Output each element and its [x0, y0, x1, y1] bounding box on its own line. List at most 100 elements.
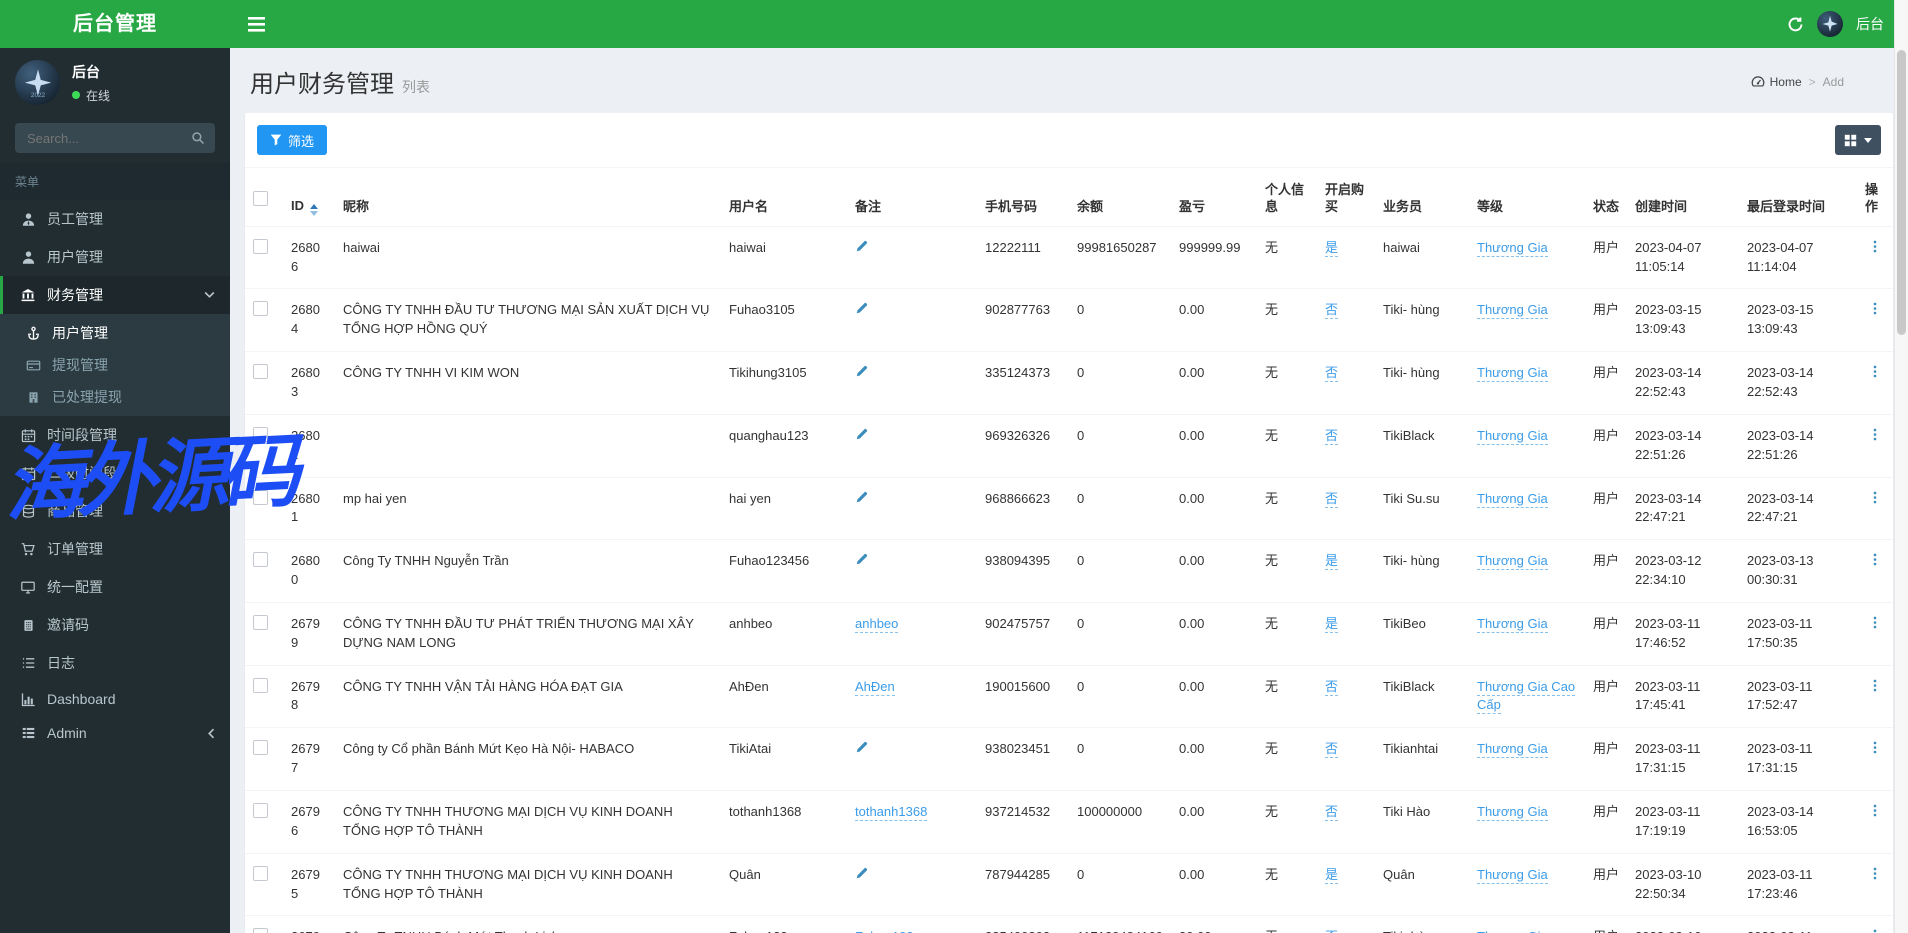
row-checkbox[interactable]: [253, 928, 268, 933]
row-checkbox[interactable]: [253, 865, 268, 881]
cell-created: 2023-03-14 22:52:43: [1627, 351, 1739, 415]
purchase-toggle-link[interactable]: 否: [1325, 302, 1339, 320]
purchase-toggle-link[interactable]: 否: [1325, 929, 1339, 933]
level-link[interactable]: Thương Gia: [1477, 929, 1548, 933]
row-checkbox[interactable]: [253, 740, 268, 756]
sidebar-item-3[interactable]: 时间段管理: [0, 416, 230, 454]
row-checkbox[interactable]: [253, 364, 268, 380]
level-link[interactable]: Thương Gia: [1477, 365, 1548, 383]
row-checkbox[interactable]: [253, 802, 268, 818]
sidebar-subitem-1[interactable]: 提现管理: [0, 349, 230, 381]
edit-remark-pencil-icon[interactable]: [855, 239, 869, 253]
sidebar-item-8[interactable]: 邀请码: [0, 606, 230, 644]
purchase-toggle-link[interactable]: 否: [1325, 741, 1339, 759]
funnel-icon: [270, 134, 282, 146]
cell-balance: 99981650287: [1069, 226, 1171, 290]
edit-remark-pencil-icon[interactable]: [855, 552, 869, 566]
table-row: 26804 CÔNG TY TNHH ĐẦU TƯ THƯƠNG MẠI SẢN …: [245, 288, 1893, 353]
purchase-toggle-link[interactable]: 否: [1325, 490, 1339, 508]
breadcrumb-home[interactable]: Home: [1751, 75, 1802, 89]
user-menu-label[interactable]: 后台: [1856, 14, 1884, 34]
row-checkbox[interactable]: [253, 552, 268, 568]
column-id[interactable]: ID: [283, 167, 335, 227]
level-link[interactable]: Thương Gia: [1477, 741, 1548, 759]
sidebar-item-10[interactable]: Dashboard: [0, 682, 230, 716]
sidebar-item-11[interactable]: Admin: [0, 716, 230, 750]
cell-profit: 0.00: [1171, 351, 1257, 415]
row-checkbox[interactable]: [253, 426, 268, 442]
row-actions-icon[interactable]: [1868, 239, 1882, 254]
search-icon[interactable]: [181, 131, 215, 145]
purchase-toggle-link[interactable]: 否: [1325, 678, 1339, 696]
select-all-checkbox[interactable]: [253, 191, 268, 207]
remark-link[interactable]: anhbeo: [855, 615, 899, 633]
remark-link[interactable]: tothanh1368: [855, 803, 928, 821]
row-actions-icon[interactable]: [1868, 928, 1882, 933]
row-actions-icon[interactable]: [1868, 490, 1882, 505]
sidebar-item-0[interactable]: 员工管理: [0, 200, 230, 238]
level-link[interactable]: Thương Gia: [1477, 866, 1548, 884]
level-link[interactable]: Thương Gia: [1477, 302, 1548, 320]
columns-toggle-button[interactable]: [1835, 125, 1881, 155]
sidebar-item-9[interactable]: 日志: [0, 644, 230, 682]
sidebar-item-6[interactable]: 订单管理: [0, 530, 230, 568]
table-row: 26794Công Ty TNHH Bánh Mứt Thanh LịchFuh…: [245, 915, 1893, 933]
row-checkbox[interactable]: [253, 301, 268, 317]
sidebar-item-1[interactable]: 用户管理: [0, 238, 230, 276]
row-actions-icon[interactable]: [1868, 615, 1882, 630]
hamburger-menu-icon[interactable]: [230, 16, 283, 32]
level-link[interactable]: Thương Gia: [1477, 803, 1548, 821]
row-checkbox[interactable]: [253, 614, 268, 630]
level-link[interactable]: Thương Gia Cao Cấp: [1477, 678, 1576, 715]
purchase-toggle-link[interactable]: 否: [1325, 803, 1339, 821]
sidebar-item-4[interactable]: 二级时间段: [0, 454, 230, 492]
edit-remark-pencil-icon[interactable]: [855, 427, 869, 441]
edit-remark-pencil-icon[interactable]: [855, 490, 869, 504]
purchase-toggle-link[interactable]: 否: [1325, 427, 1339, 445]
edit-remark-pencil-icon[interactable]: [855, 364, 869, 378]
level-link[interactable]: Thương Gia: [1477, 615, 1548, 633]
level-link[interactable]: Thương Gia: [1477, 490, 1548, 508]
sidebar-item-label: Admin: [47, 725, 87, 741]
row-actions-icon[interactable]: [1868, 740, 1882, 755]
purchase-toggle-link[interactable]: 是: [1325, 866, 1339, 884]
level-link[interactable]: Thương Gia: [1477, 427, 1548, 445]
search-input[interactable]: [15, 130, 181, 146]
remark-link[interactable]: AhĐen: [855, 678, 895, 696]
purchase-toggle-link[interactable]: 是: [1325, 615, 1339, 633]
sidebar-item-5[interactable]: 商品管理: [0, 492, 230, 530]
sort-icon[interactable]: [310, 203, 318, 216]
user-avatar[interactable]: [1817, 11, 1843, 37]
row-actions-icon[interactable]: [1868, 803, 1882, 818]
cell-id: 26795: [283, 853, 335, 917]
edit-remark-pencil-icon[interactable]: [855, 740, 869, 754]
level-link[interactable]: Thương Gia: [1477, 239, 1548, 257]
refresh-icon[interactable]: [1787, 16, 1804, 33]
row-actions-icon[interactable]: [1868, 866, 1882, 881]
row-checkbox[interactable]: [253, 238, 268, 254]
row-actions-icon[interactable]: [1868, 364, 1882, 379]
filter-button[interactable]: 筛选: [257, 125, 328, 155]
sidebar-subitem-0[interactable]: 用户管理: [0, 317, 230, 349]
remark-link[interactable]: Fuhao123: [855, 929, 914, 933]
sidebar-item-7[interactable]: 统一配置: [0, 568, 230, 606]
row-actions-icon[interactable]: [1868, 427, 1882, 442]
purchase-toggle-link[interactable]: 是: [1325, 553, 1339, 571]
cell-nickname: Công Ty TNHH Nguyễn Trần: [335, 539, 721, 603]
scrollbar-thumb[interactable]: [1897, 50, 1906, 335]
level-link[interactable]: Thương Gia: [1477, 553, 1548, 571]
purchase-toggle-link[interactable]: 是: [1325, 239, 1339, 257]
sidebar-item-2[interactable]: 财务管理: [0, 276, 230, 314]
row-checkbox[interactable]: [253, 489, 268, 505]
row-actions-icon[interactable]: [1868, 552, 1882, 567]
row-actions-icon[interactable]: [1868, 301, 1882, 316]
cell-personal_info: 无: [1257, 853, 1317, 917]
cell-username: TikiAtai: [721, 727, 847, 791]
purchase-toggle-link[interactable]: 否: [1325, 365, 1339, 383]
row-checkbox[interactable]: [253, 677, 268, 693]
edit-remark-pencil-icon[interactable]: [855, 301, 869, 315]
sidebar-subitem-2[interactable]: 已处理提现: [0, 381, 230, 413]
cell-salesman: Tiki Su.su: [1375, 477, 1469, 541]
row-actions-icon[interactable]: [1868, 678, 1882, 693]
edit-remark-pencil-icon[interactable]: [855, 866, 869, 880]
